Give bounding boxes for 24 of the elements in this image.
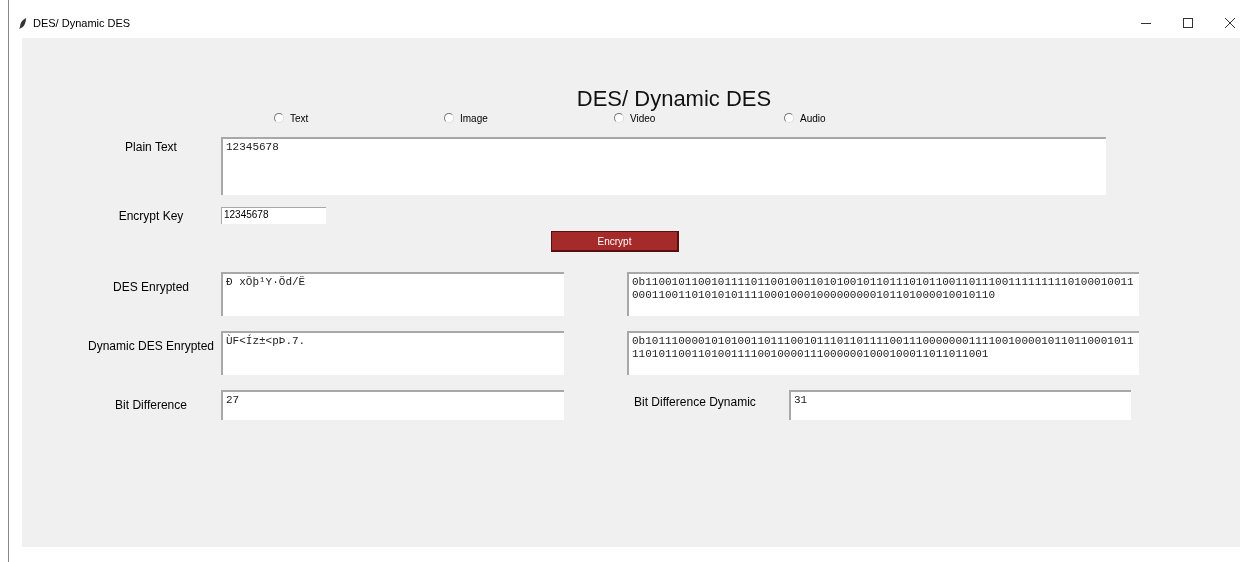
field-label: Plain Text	[124, 139, 178, 154]
radio-option[interactable]: Video	[614, 112, 784, 124]
window-title: DES/ Dynamic DES	[33, 17, 132, 29]
radio-option[interactable]: Image	[444, 112, 614, 124]
close-icon	[1225, 18, 1235, 28]
field-label: Bit Difference	[114, 397, 188, 412]
output-field[interactable]: ÙF<Íz±<pÞ.7.	[221, 331, 564, 375]
radio-option[interactable]: Audio	[784, 112, 954, 124]
binary-output-field[interactable]: 0b10111000010101001101110010111011011110011100000001111001000010110110001011110101100110100111100100001110000001000100011011011001	[627, 331, 1139, 375]
encrypt-button[interactable]: Encrypt	[551, 231, 679, 252]
binary-output-field[interactable]: 0b110010110010111101100100110101001011011101011001101110011111111101000100110001100110101010111100010001000000000101101000010010110	[627, 272, 1139, 316]
field-label: Encrypt Key	[117, 208, 185, 223]
radio-option[interactable]: Text	[274, 112, 444, 124]
plain-text-field[interactable]: 12345678	[221, 137, 1106, 195]
output-field[interactable]: Ð xÕþ¹Y·Öd/Ë	[221, 272, 564, 316]
output-field[interactable]: 31	[789, 390, 1131, 420]
output-field[interactable]: 27	[221, 390, 564, 420]
key-field[interactable]: 12345678	[221, 207, 326, 224]
field-label: DES Enrypted	[111, 279, 190, 294]
field-label: Bit Difference Dynamic	[634, 394, 757, 409]
page-heading: DES/ Dynamic DES	[575, 88, 773, 110]
maximize-icon	[1183, 18, 1193, 28]
feather-icon	[19, 17, 27, 29]
field-label: Dynamic DES Enrypted	[86, 338, 215, 353]
